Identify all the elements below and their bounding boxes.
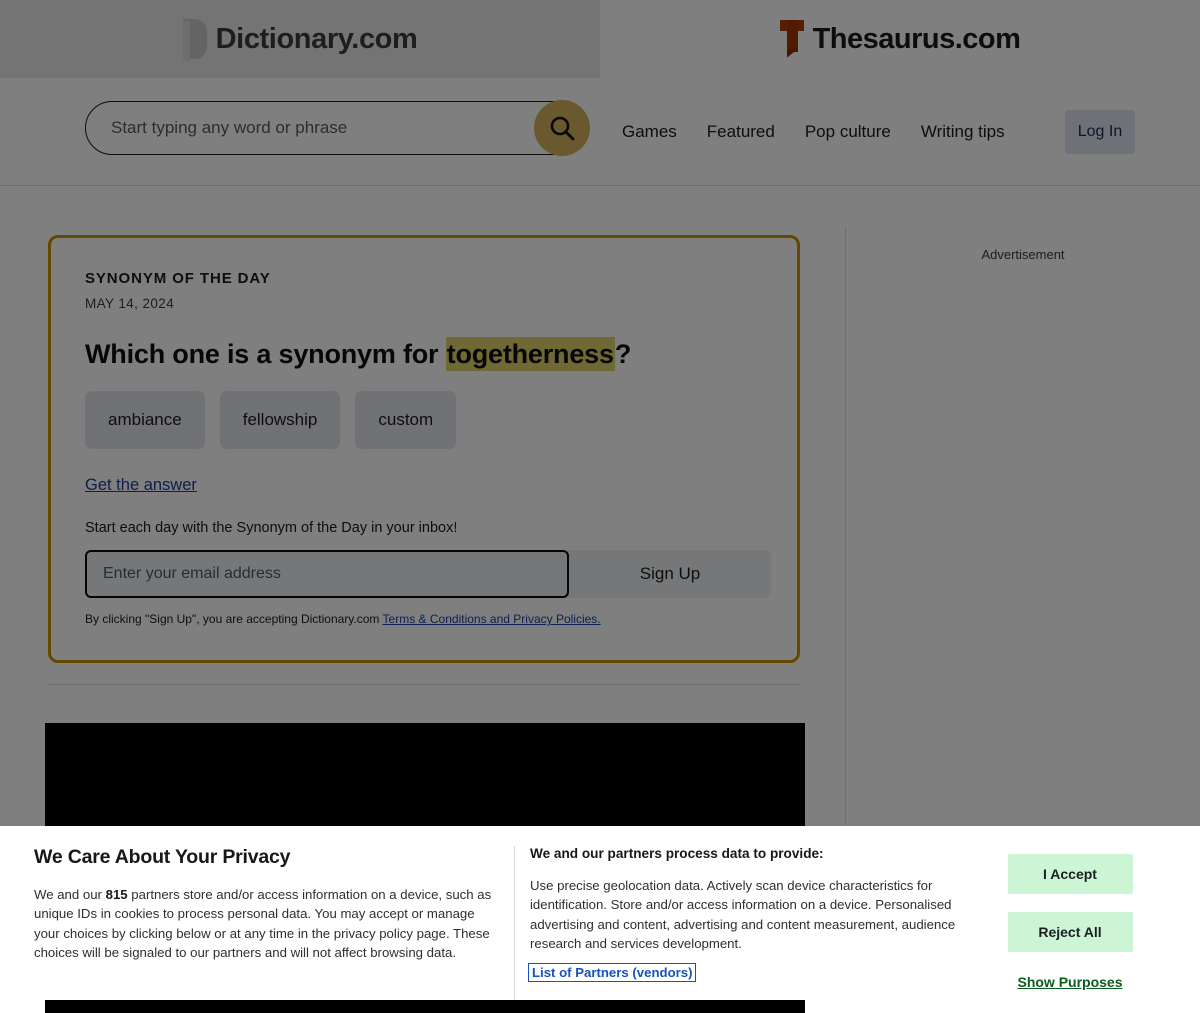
advertisement-label: Advertisement [981, 247, 1065, 262]
tab-dictionary[interactable]: Dictionary.com [0, 0, 600, 78]
terms-and-privacy-link[interactable]: Terms & Conditions and Privacy Policies. [383, 612, 601, 626]
tab-thesaurus-label: Thesaurus.com [812, 22, 1021, 55]
privacy-purposes-body: Use precise geolocation data. Actively s… [530, 878, 956, 952]
signup-legal-prefix: By clicking "Sign Up", you are accepting… [85, 612, 383, 626]
sotd-date: MAY 14, 2024 [85, 296, 175, 311]
privacy-purposes-title: We and our partners process data to prov… [530, 846, 824, 861]
list-of-partners-link[interactable]: List of Partners (vendors) [528, 962, 697, 982]
dictionary-logo: Dictionary.com [182, 19, 418, 62]
i-accept-button[interactable]: I Accept [1007, 854, 1133, 894]
thesaurus-t-icon [779, 20, 804, 58]
newsletter-copy: Start each day with the Synonym of the D… [85, 520, 458, 536]
privacy-left-column: We Care About Your Privacy We and our 81… [34, 846, 514, 1000]
search-button[interactable] [534, 100, 590, 156]
sotd-question: Which one is a synonym for togetherness? [85, 337, 763, 371]
sotd-option-fellowship[interactable]: fellowship [219, 391, 341, 449]
nav-item-featured[interactable]: Featured [707, 122, 775, 142]
show-purposes-link[interactable]: Show Purposes [1017, 974, 1122, 990]
email-input[interactable] [85, 550, 569, 598]
sotd-question-suffix: ? [614, 339, 632, 369]
privacy-description: We and our 815 partners store and/or acc… [34, 885, 492, 963]
sotd-options: ambiance fellowship custom [85, 391, 763, 449]
synonym-of-the-day-card: SYNONYM OF THE DAY MAY 14, 2024 Which on… [48, 235, 800, 663]
tab-dictionary-label: Dictionary.com [215, 22, 418, 55]
partner-count: 815 [105, 887, 128, 902]
privacy-purposes-column: We and our partners process data to prov… [514, 846, 974, 1000]
signup-legal-text: By clicking "Sign Up", you are accepting… [85, 612, 763, 626]
site-header: Games Featured Pop culture Writing tips … [0, 78, 1200, 186]
privacy-title: We Care About Your Privacy [34, 846, 291, 868]
sotd-question-prefix: Which one is a synonym for [85, 339, 446, 369]
sotd-option-ambiance[interactable]: ambiance [85, 391, 205, 449]
thesaurus-logo: Thesaurus.com [779, 20, 1021, 58]
get-the-answer-link[interactable]: Get the answer [85, 476, 197, 495]
search-icon [550, 116, 575, 141]
privacy-consent-banner: We Care About Your Privacy We and our 81… [0, 826, 1200, 1000]
tab-thesaurus[interactable]: Thesaurus.com [600, 0, 1200, 78]
search-input[interactable] [85, 101, 584, 155]
primary-nav: Games Featured Pop culture Writing tips [622, 78, 1005, 186]
nav-item-games[interactable]: Games [622, 122, 677, 142]
section-divider [48, 684, 800, 685]
site-tab-strip: Dictionary.com Thesaurus.com [0, 0, 1200, 78]
log-in-button[interactable]: Log In [1065, 110, 1135, 154]
nav-item-writing-tips[interactable]: Writing tips [921, 122, 1005, 142]
privacy-actions-column: I Accept Reject All Show Purposes [974, 846, 1166, 1000]
reject-all-button[interactable]: Reject All [1007, 912, 1133, 952]
newsletter-signup-row: Sign Up [85, 550, 771, 598]
search-bar [85, 100, 590, 156]
sotd-question-word: togetherness [445, 337, 615, 371]
dictionary-book-icon [182, 19, 207, 62]
privacy-description-pre: We and our [34, 887, 106, 902]
sign-up-button[interactable]: Sign Up [569, 550, 771, 598]
nav-item-pop-culture[interactable]: Pop culture [805, 122, 891, 142]
sotd-option-custom[interactable]: custom [355, 391, 457, 449]
advertisement-slot: Advertisement [846, 227, 1200, 827]
sotd-kicker: SYNONYM OF THE DAY [85, 270, 271, 287]
